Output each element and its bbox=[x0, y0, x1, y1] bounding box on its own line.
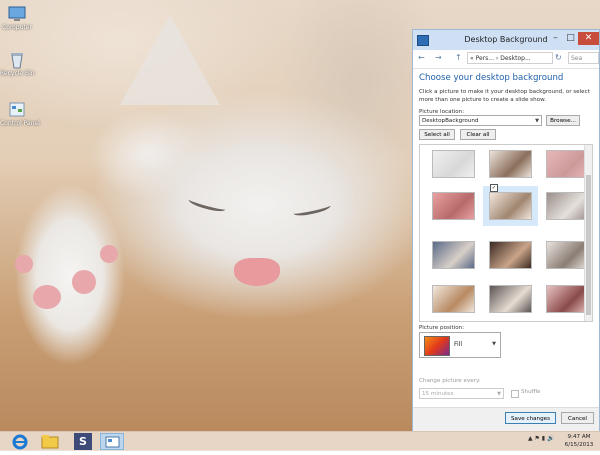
computer-icon bbox=[7, 4, 27, 24]
desktop-icon-recycle-bin[interactable]: Recycle Bin bbox=[0, 50, 35, 77]
clock-time: 9:47 AM bbox=[567, 434, 591, 440]
change-picture-value: 15 minutes bbox=[422, 391, 454, 397]
wallpaper-thumbnail[interactable] bbox=[483, 186, 538, 226]
select-all-button[interactable]: Select all bbox=[419, 129, 455, 140]
chevron-down-icon: ▼ bbox=[497, 391, 501, 397]
clock-date: 6/15/2013 bbox=[564, 442, 594, 448]
picture-position-value: Fill bbox=[454, 341, 463, 348]
minimize-button[interactable]: – bbox=[548, 32, 563, 45]
wallpaper-thumbnail[interactable] bbox=[432, 150, 475, 178]
close-button[interactable]: ✕ bbox=[578, 32, 599, 45]
chevron-down-icon: ▼ bbox=[535, 118, 539, 124]
cat-ear-left bbox=[120, 15, 220, 105]
wallpaper-thumbnail[interactable] bbox=[432, 241, 475, 269]
address-field[interactable]: « Pers... › Desktop... bbox=[467, 52, 553, 64]
control-panel-icon[interactable] bbox=[100, 433, 124, 450]
search-input[interactable]: Sea bbox=[568, 52, 599, 64]
page-heading: Choose your desktop background bbox=[419, 73, 564, 83]
wallpaper-thumbnail[interactable] bbox=[546, 150, 589, 178]
wallpaper-thumbnail[interactable] bbox=[432, 285, 475, 313]
browse-button[interactable]: Browse... bbox=[546, 115, 580, 126]
wallpaper-thumbnail[interactable] bbox=[546, 241, 589, 269]
dialog-footer: Save changes Cancel bbox=[413, 407, 599, 431]
taskbar: S ▲ ⚑ ▮ 🔊 9:47 AM 6/15/2013 bbox=[0, 431, 600, 451]
address-bar: ← → ↑ « Pers... › Desktop... ↻ Sea bbox=[413, 50, 599, 69]
s-app-icon[interactable]: S bbox=[74, 433, 92, 450]
back-arrow-icon[interactable]: ← bbox=[418, 53, 425, 62]
shuffle-label: Shuffle bbox=[521, 389, 541, 395]
description-text: Click a picture to make it your desktop … bbox=[419, 89, 590, 103]
maximize-button[interactable]: □ bbox=[563, 32, 578, 45]
wallpaper-thumbnail[interactable] bbox=[546, 285, 589, 313]
ie-icon[interactable] bbox=[8, 433, 32, 450]
position-preview-image bbox=[424, 336, 450, 356]
cat-eye-right bbox=[292, 201, 332, 218]
picture-location-select[interactable]: DesktopBackground ▼ bbox=[419, 115, 542, 126]
cat-paw-pad bbox=[72, 270, 96, 294]
wallpaper-thumbnail[interactable] bbox=[489, 150, 532, 178]
desktop-background-window: Desktop Background – □ ✕ ← → ↑ « Pers...… bbox=[412, 29, 600, 431]
cat-paw-pad bbox=[33, 285, 61, 309]
picture-location-value: DesktopBackground bbox=[422, 118, 479, 124]
change-picture-select[interactable]: 15 minutes ▼ bbox=[419, 388, 504, 399]
desktop-icon-computer[interactable]: Computer bbox=[0, 4, 34, 31]
up-arrow-icon[interactable]: ↑ bbox=[455, 53, 462, 62]
wallpaper-thumbnail[interactable] bbox=[489, 241, 532, 269]
title-bar[interactable]: Desktop Background – □ ✕ bbox=[413, 30, 599, 50]
file-explorer-icon[interactable] bbox=[38, 433, 62, 450]
chevron-down-icon: ▼ bbox=[492, 341, 496, 347]
control-panel-icon bbox=[7, 100, 27, 120]
recycle-bin-icon bbox=[7, 50, 27, 70]
clear-all-button[interactable]: Clear all bbox=[460, 129, 496, 140]
desktop-icon-label: Control Panel bbox=[0, 120, 40, 127]
desktop-icon-label: Computer bbox=[2, 24, 32, 31]
save-changes-button[interactable]: Save changes bbox=[505, 412, 556, 424]
cat-eye-left bbox=[187, 195, 227, 214]
change-picture-label: Change picture every: bbox=[419, 378, 481, 384]
cat-paw-pad bbox=[15, 255, 33, 273]
desktop-icon-label: Recycle Bin bbox=[0, 70, 35, 77]
picture-gallery: ✓ bbox=[419, 144, 593, 322]
scrollbar-thumb[interactable] bbox=[586, 175, 591, 315]
refresh-icon[interactable]: ↻ bbox=[555, 53, 562, 62]
picture-position-select[interactable]: Fill ▼ bbox=[419, 332, 501, 358]
wallpaper-thumbnail[interactable] bbox=[546, 192, 589, 220]
forward-arrow-icon[interactable]: → bbox=[435, 53, 442, 62]
gallery-scrollbar[interactable] bbox=[584, 145, 592, 321]
cat-nose bbox=[234, 258, 280, 286]
shuffle-checkbox[interactable] bbox=[511, 390, 519, 398]
cat-paw-pad bbox=[100, 245, 118, 263]
wallpaper-thumbnail[interactable] bbox=[489, 285, 532, 313]
clock[interactable]: 9:47 AM 6/15/2013 bbox=[560, 433, 598, 449]
desktop-icon-control-panel[interactable]: Control Panel bbox=[0, 100, 40, 127]
thumbnail-checkbox[interactable]: ✓ bbox=[490, 184, 498, 192]
wallpaper-thumbnail[interactable] bbox=[432, 192, 475, 220]
cancel-button[interactable]: Cancel bbox=[561, 412, 594, 424]
system-tray[interactable]: ▲ ⚑ ▮ 🔊 bbox=[528, 435, 555, 442]
picture-position-label: Picture position: bbox=[419, 325, 465, 331]
